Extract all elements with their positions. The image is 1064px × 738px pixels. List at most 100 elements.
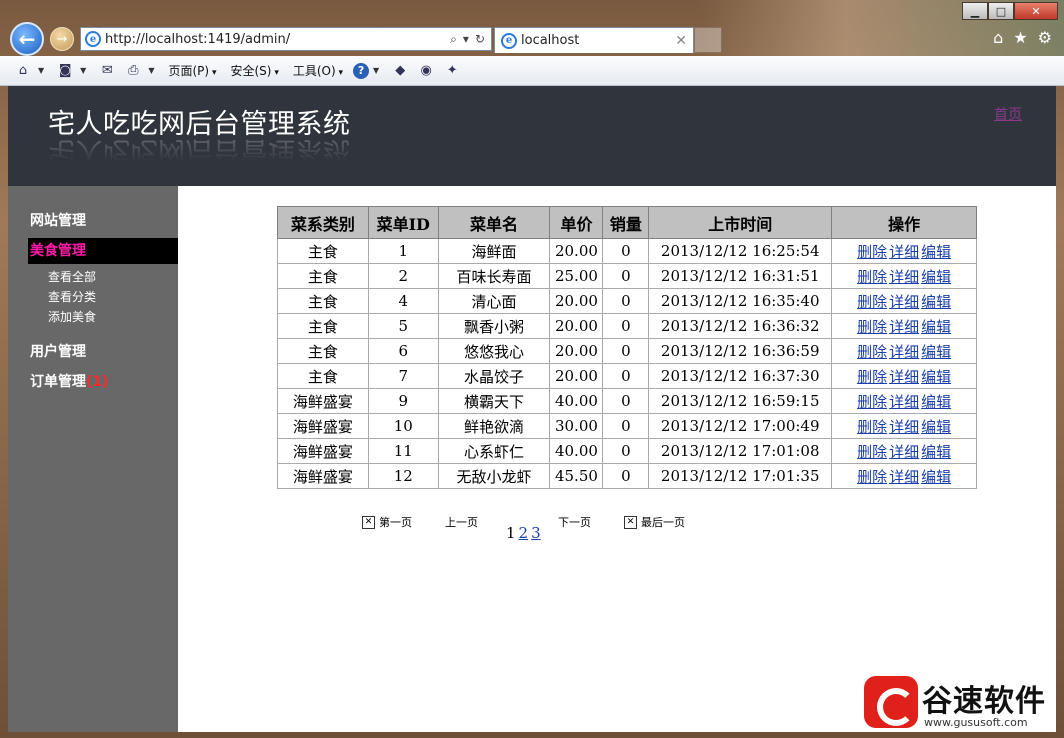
maximize-button[interactable]: □ [988,2,1014,20]
detail-link[interactable]: 详细 [889,393,919,411]
sidebar-item-food-management[interactable]: 美食管理 [28,238,178,264]
home-icon[interactable]: ⌂ [12,61,34,81]
cell-menu-name: 悠悠我心 [437,338,551,364]
column-header-actions: 操作 [831,206,977,239]
messenger-icon[interactable]: ✦ [441,61,463,81]
edit-link[interactable]: 编辑 [921,318,951,336]
cell-menu-id: 12 [367,463,439,489]
cell-category: 主食 [277,363,369,389]
detail-link[interactable]: 详细 [889,468,919,486]
delete-link[interactable]: 删除 [857,443,887,461]
dropdown-arrow-icon[interactable]: ▾ [463,32,469,47]
cell-sales: 0 [602,438,650,464]
back-button[interactable]: ← [10,22,44,56]
column-header-menu-name: 菜单名 [437,206,551,239]
cell-actions: 删除 详细 编辑 [831,263,977,289]
delete-link[interactable]: 删除 [857,243,887,261]
menu-safety[interactable]: 安全(S) [226,62,284,79]
pager-first[interactable]: ✕ 第一页 [362,514,412,530]
tab-close-icon[interactable]: ✕ [675,33,693,49]
detail-link[interactable]: 详细 [889,318,919,336]
close-window-button[interactable]: ✕ [1014,2,1058,20]
detail-link[interactable]: 详细 [889,368,919,386]
chevron-down-icon[interactable]: ▼ [38,66,44,75]
detail-link[interactable]: 详细 [889,243,919,261]
broken-image-icon: ✕ [362,515,375,529]
gear-icon[interactable]: ⚙ [1038,28,1052,47]
detail-link[interactable]: 详细 [889,268,919,286]
search-icon[interactable]: ⌕ [450,32,457,47]
print-icon[interactable]: ⎙ [122,61,144,81]
mail-icon[interactable]: ✉ [96,61,118,81]
delete-link[interactable]: 删除 [857,418,887,436]
menu-page[interactable]: 页面(P) [164,62,222,79]
cell-menu-id: 7 [367,363,439,389]
delete-link[interactable]: 删除 [857,293,887,311]
table-body: 主食 1 海鲜面 20.00 0 2013/12/12 16:25:54 删除 详细 编辑 主食 2… [277,238,977,489]
delete-link[interactable]: 删除 [857,368,887,386]
pager-last[interactable]: ✕ 最后一页 [624,514,685,530]
edit-link[interactable]: 编辑 [921,243,951,261]
home-icon[interactable]: ⌂ [993,28,1003,47]
globe-icon[interactable]: ◉ [415,61,437,81]
sidebar-item-site-management[interactable]: 网站管理 [28,208,178,234]
cell-actions: 删除 详细 编辑 [831,463,977,489]
sidebar-subitem-add-food[interactable]: 添加美食 [28,307,178,327]
new-tab-button[interactable] [694,27,722,53]
research-icon[interactable]: ◆ [389,61,411,81]
delete-link[interactable]: 删除 [857,343,887,361]
chevron-down-icon[interactable]: ▼ [373,66,379,75]
edit-link[interactable]: 编辑 [921,293,951,311]
forward-button[interactable]: → [50,27,74,51]
edit-link[interactable]: 编辑 [921,343,951,361]
address-bar[interactable]: e http://localhost:1419/admin/ ⌕ ▾ ↻ [80,27,492,51]
help-icon[interactable]: ? [353,62,370,79]
edit-link[interactable]: 编辑 [921,393,951,411]
delete-link[interactable]: 删除 [857,268,887,286]
edit-link[interactable]: 编辑 [921,268,951,286]
cell-category: 主食 [277,313,369,339]
detail-link[interactable]: 详细 [889,443,919,461]
sidebar-item-user-management[interactable]: 用户管理 [28,339,178,365]
delete-link[interactable]: 删除 [857,468,887,486]
cell-menu-name: 心系虾仁 [437,438,551,464]
sidebar-subitem-view-categories[interactable]: 查看分类 [28,287,178,307]
page-link-3[interactable]: 3 [531,524,541,542]
cell-launch-time: 2013/12/12 16:59:15 [648,388,833,414]
refresh-icon[interactable]: ↻ [475,32,485,47]
menu-tools[interactable]: 工具(O) [289,62,349,79]
delete-link[interactable]: 删除 [857,393,887,411]
delete-link[interactable]: 删除 [857,318,887,336]
detail-link[interactable]: 详细 [889,418,919,436]
detail-link[interactable]: 详细 [889,293,919,311]
rss-feed-icon[interactable]: ◙ [54,61,76,81]
tab-localhost[interactable]: e localhost ✕ [494,27,694,53]
detail-link[interactable]: 详细 [889,343,919,361]
window-controls: ▁ □ ✕ [962,2,1058,20]
chevron-down-icon[interactable]: ▼ [80,66,86,75]
cell-actions: 删除 详细 编辑 [831,363,977,389]
edit-link[interactable]: 编辑 [921,368,951,386]
cell-category: 主食 [277,288,369,314]
minimize-button[interactable]: ▁ [962,2,988,20]
edit-link[interactable]: 编辑 [921,418,951,436]
edit-link[interactable]: 编辑 [921,443,951,461]
cell-launch-time: 2013/12/12 16:31:51 [648,263,833,289]
sidebar-subitem-view-all[interactable]: 查看全部 [28,267,178,287]
cell-actions: 删除 详细 编辑 [831,238,977,264]
home-link[interactable]: 首页 [994,104,1022,124]
cell-category: 主食 [277,263,369,289]
back-arrow-icon: ← [18,27,36,51]
pager-next[interactable]: 下一页 [558,514,591,530]
page-link-2[interactable]: 2 [519,524,529,542]
pager-prev[interactable]: 上一页 [445,514,478,530]
cell-menu-name: 水晶饺子 [437,363,551,389]
favorites-star-icon[interactable]: ★ [1013,28,1027,47]
cell-menu-id: 11 [367,438,439,464]
edit-link[interactable]: 编辑 [921,468,951,486]
chevron-down-icon[interactable]: ▼ [148,66,154,75]
sidebar-item-order-management[interactable]: 订单管理(1) [28,369,178,395]
sidebar-item-label: 订单管理 [30,374,86,390]
address-text[interactable]: http://localhost:1419/admin/ [105,32,450,47]
cell-sales: 0 [602,413,650,439]
